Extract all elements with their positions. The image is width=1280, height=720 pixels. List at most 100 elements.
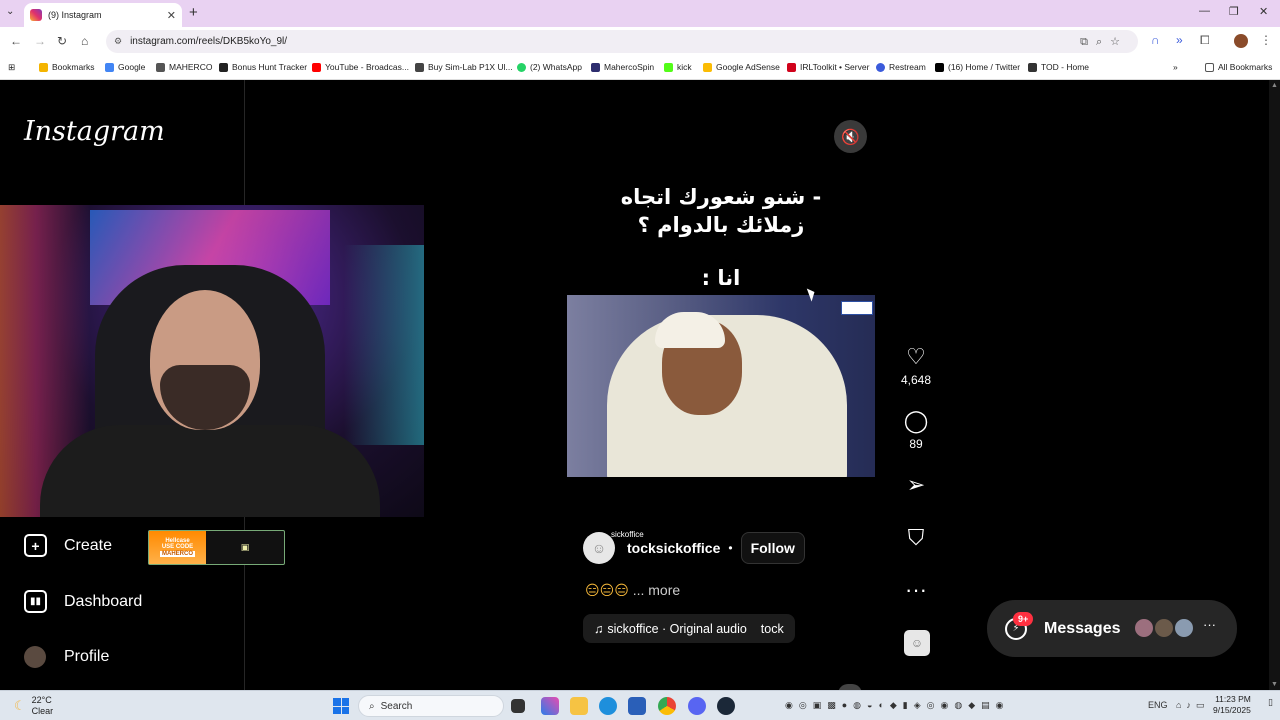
scroll-up-icon[interactable]: ▲ bbox=[1271, 82, 1278, 89]
new-tab-icon[interactable]: + bbox=[189, 4, 198, 21]
bookmark-item[interactable]: Google AdSense bbox=[703, 62, 780, 72]
extension-b-icon[interactable]: » bbox=[1176, 33, 1183, 47]
reel-caption-ana: انا : bbox=[701, 266, 741, 290]
tab-close-icon[interactable]: ✕ bbox=[167, 9, 176, 22]
taskbar-search[interactable]: ⌕ Search bbox=[358, 695, 504, 717]
copilot-icon[interactable] bbox=[541, 697, 559, 715]
close-window-icon[interactable]: ✕ bbox=[1259, 5, 1268, 18]
reload-icon[interactable]: ↻ bbox=[57, 34, 67, 48]
bookmark-item[interactable]: (16) Home / Twitter bbox=[935, 62, 1020, 72]
maximize-icon[interactable]: ❐ bbox=[1229, 5, 1239, 18]
messages-badge: 9+ bbox=[1013, 612, 1034, 626]
browser-tab-instagram[interactable]: (9) Instagram ✕ bbox=[24, 3, 182, 27]
rgb-light-right bbox=[344, 245, 424, 445]
more-dots-icon: ··· bbox=[905, 577, 927, 602]
comment-count: 89 bbox=[909, 437, 923, 451]
more-options-button[interactable]: ··· bbox=[896, 578, 936, 602]
bookmark-item[interactable]: MahercoSpin bbox=[591, 62, 654, 72]
bookmarks-overflow-icon[interactable]: » bbox=[1173, 62, 1178, 72]
bookmark-item[interactable]: (2) WhatsApp bbox=[517, 62, 582, 72]
tray-icons[interactable]: ◉◎▣▩●◍◒◐◆▮◈◎◉◍◆▤◉ bbox=[785, 700, 1010, 711]
bookmark-item[interactable]: TOD - Home bbox=[1028, 62, 1089, 72]
audio-avatar[interactable]: ☺ bbox=[904, 630, 930, 656]
tv-channel-logo bbox=[841, 301, 873, 315]
search-label: Search bbox=[380, 700, 413, 712]
scroll-down-icon[interactable]: ▼ bbox=[1271, 681, 1278, 688]
reel-video[interactable] bbox=[567, 295, 875, 477]
all-bookmarks[interactable]: All Bookmarks bbox=[1205, 62, 1272, 72]
store-icon[interactable] bbox=[628, 697, 646, 715]
instagram-logo[interactable]: Instagram bbox=[24, 116, 165, 147]
extension-a-icon[interactable]: ∩ bbox=[1151, 33, 1160, 47]
comment-button[interactable]: ◯ 89 bbox=[896, 409, 936, 452]
browser-toolbar: ← → ↻ ⌂ ⚙ instagram.com/reels/DKB5koYo_9… bbox=[0, 27, 1280, 56]
browser-menu-icon[interactable]: ⋮ bbox=[1260, 33, 1272, 47]
bookmark-item[interactable]: Bonus Hunt Tracker bbox=[219, 62, 307, 72]
install-icon[interactable]: ⧉ bbox=[1080, 36, 1096, 48]
page-icon bbox=[415, 62, 424, 72]
messages-more-icon[interactable]: ··· bbox=[1203, 617, 1221, 639]
sidebar-item-create[interactable]: + Create bbox=[24, 534, 112, 557]
input-language[interactable]: ENG bbox=[1148, 700, 1168, 710]
description-emojis: 😑😑😑 bbox=[585, 582, 629, 598]
weather-widget[interactable]: ☾ 22°C Clear bbox=[14, 695, 53, 717]
profile-avatar-icon[interactable] bbox=[1234, 34, 1248, 48]
more-link[interactable]: ... more bbox=[633, 582, 680, 598]
reel-description: 😑😑😑 ... more bbox=[585, 582, 680, 599]
follow-button[interactable]: Follow bbox=[740, 532, 805, 564]
file-explorer-icon[interactable] bbox=[570, 697, 588, 715]
bookmark-item[interactable]: Google bbox=[105, 62, 145, 72]
steam-icon[interactable] bbox=[717, 697, 735, 715]
maherco-icon bbox=[156, 62, 165, 72]
weather-temp: 22°C bbox=[31, 695, 52, 705]
address-bar[interactable]: ⚙ instagram.com/reels/DKB5koYo_9l/ ⧉⌕☆ bbox=[106, 30, 1138, 53]
apps-grid-icon[interactable]: ⊞ bbox=[8, 62, 15, 73]
adsense-icon bbox=[703, 62, 712, 72]
back-icon[interactable]: ← bbox=[10, 34, 22, 48]
tab-search-icon[interactable]: ⌄ bbox=[6, 6, 14, 17]
home-icon[interactable]: ⌂ bbox=[81, 34, 88, 48]
bookmark-item[interactable]: YouTube - Broadcas... bbox=[312, 62, 409, 72]
like-button[interactable]: ♡ 4,648 bbox=[896, 344, 936, 388]
bookmark-star-icon[interactable]: ☆ bbox=[1110, 36, 1128, 48]
zoom-icon[interactable]: ⌕ bbox=[1096, 36, 1110, 48]
whatsapp-icon bbox=[517, 62, 526, 72]
bookmark-item[interactable]: MAHERCO bbox=[156, 62, 212, 72]
forward-icon[interactable]: → bbox=[34, 34, 46, 48]
author-username[interactable]: tocksickoffice bbox=[627, 540, 720, 556]
edge-icon[interactable] bbox=[599, 697, 617, 715]
network-volume-battery-icons[interactable]: ⌂♪▭ bbox=[1176, 700, 1209, 711]
bookmark-item[interactable]: Bookmarks bbox=[39, 62, 95, 72]
notifications-icon[interactable]: ▯ bbox=[1268, 697, 1273, 708]
messages-pill[interactable]: ⚡ Messages bbox=[987, 600, 1237, 657]
save-button[interactable]: ⛉ bbox=[896, 526, 936, 550]
bookmark-item[interactable]: kick bbox=[664, 62, 692, 72]
extensions-puzzle-icon[interactable]: ⧠ bbox=[1200, 33, 1210, 48]
heart-icon: ♡ bbox=[906, 344, 926, 369]
separator-dot: • bbox=[728, 541, 733, 555]
paper-plane-icon: ➢ bbox=[906, 472, 926, 497]
minimize-icon[interactable]: — bbox=[1199, 5, 1210, 17]
page-scrollbar[interactable]: ▲ ▼ bbox=[1269, 80, 1280, 690]
tod-icon bbox=[1028, 62, 1037, 72]
share-button[interactable]: ➢ bbox=[896, 473, 936, 497]
start-button[interactable] bbox=[333, 698, 349, 714]
sidebar-item-dashboard[interactable]: ▮▮ Dashboard bbox=[24, 590, 142, 613]
kick-icon bbox=[664, 62, 673, 72]
tab-title: (9) Instagram bbox=[48, 10, 102, 20]
mute-toggle-button[interactable]: 🔇 bbox=[834, 120, 867, 153]
task-view-icon[interactable] bbox=[511, 699, 525, 713]
message-avatar bbox=[1133, 617, 1155, 639]
bookmark-item[interactable]: Restream bbox=[876, 62, 926, 72]
sidebar-item-profile[interactable]: Profile bbox=[24, 646, 109, 668]
chrome-icon[interactable] bbox=[658, 697, 676, 715]
message-avatar bbox=[1173, 617, 1195, 639]
moon-icon: ☾ bbox=[14, 698, 26, 713]
audio-chip[interactable]: ♫ sickoffice · Original audio tock bbox=[583, 614, 795, 643]
site-info-icon[interactable]: ⚙ bbox=[114, 36, 122, 47]
hellcase-logo: Hellcase USE CODE MAHERCO bbox=[149, 531, 206, 564]
taskbar-clock[interactable]: 11:23 PM 9/15/2025 bbox=[1213, 694, 1251, 716]
bookmark-item[interactable]: IRLToolkit • Server bbox=[787, 62, 869, 72]
bookmark-item[interactable]: Buy Sim-Lab P1X Ul... bbox=[415, 62, 513, 72]
discord-icon[interactable] bbox=[688, 697, 706, 715]
